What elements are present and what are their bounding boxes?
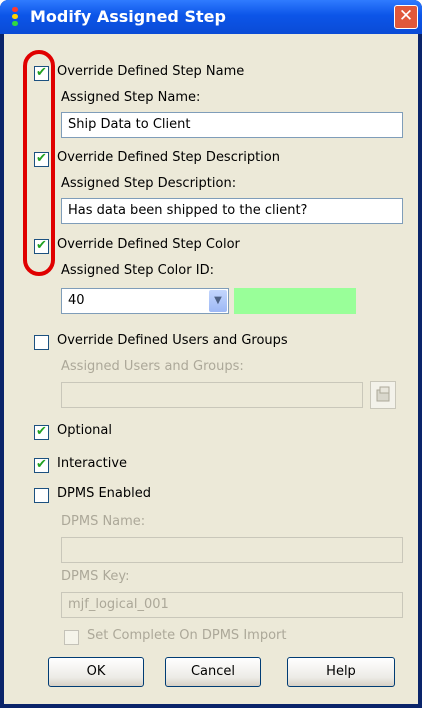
assigned-step-description-label: Assigned Step Description: [61, 176, 237, 191]
override-step-name-checkbox[interactable]: ✔ [34, 65, 49, 81]
dialog-body: ✔ Override Defined Step Name Assigned St… [4, 34, 418, 704]
help-button[interactable]: Help [287, 657, 395, 687]
dpms-name-label: DPMS Name: [61, 514, 146, 529]
override-step-color-label: Override Defined Step Color [57, 237, 240, 252]
assigned-step-name-label: Assigned Step Name: [61, 90, 201, 105]
users-groups-picker-button [370, 381, 396, 409]
optional-label: Optional [57, 423, 112, 438]
check-icon: ✔ [36, 151, 47, 166]
override-step-color-checkbox[interactable]: ✔ [34, 238, 49, 254]
override-users-groups-checkbox[interactable] [34, 335, 49, 350]
check-icon: ✔ [36, 65, 47, 80]
set-complete-label: Set Complete On DPMS Import [87, 628, 287, 643]
color-swatch [234, 288, 356, 314]
close-button[interactable]: ✕ [394, 5, 418, 29]
assigned-users-groups-label: Assigned Users and Groups: [61, 359, 244, 374]
cancel-button[interactable]: Cancel [165, 657, 261, 687]
optional-checkbox[interactable]: ✔ [34, 424, 49, 440]
assigned-step-name-input[interactable]: Ship Data to Client [61, 112, 403, 138]
ok-button[interactable]: OK [48, 657, 144, 687]
check-icon: ✔ [36, 238, 47, 253]
dialog-window: Modify Assigned Step ✕ ✔ Override Define… [0, 0, 422, 708]
browse-icon [376, 386, 390, 402]
title-bar[interactable]: Modify Assigned Step ✕ [0, 0, 422, 34]
color-id-dropdown[interactable]: 40 ▼ [61, 288, 229, 314]
dpms-enabled-checkbox[interactable] [34, 488, 49, 503]
color-id-value: 40 [68, 293, 85, 308]
check-icon: ✔ [36, 424, 47, 439]
assigned-users-groups-input [61, 382, 363, 408]
interactive-checkbox[interactable]: ✔ [34, 457, 49, 473]
override-step-description-label: Override Defined Step Description [57, 150, 280, 165]
override-step-description-checkbox[interactable]: ✔ [34, 151, 49, 167]
window-title: Modify Assigned Step [30, 7, 226, 26]
traffic-light-icon [12, 7, 20, 27]
check-icon: ✔ [36, 457, 47, 472]
set-complete-checkbox [64, 630, 79, 645]
dpms-enabled-label: DPMS Enabled [57, 486, 151, 501]
dpms-name-input [61, 537, 403, 563]
assigned-step-color-id-label: Assigned Step Color ID: [61, 263, 214, 278]
override-step-name-label: Override Defined Step Name [57, 64, 245, 79]
dpms-key-input: mjf_logical_001 [61, 592, 403, 618]
dpms-key-label: DPMS Key: [61, 569, 130, 584]
assigned-step-description-input[interactable]: Has data been shipped to the client? [61, 198, 403, 224]
interactive-label: Interactive [57, 456, 128, 471]
chevron-down-icon[interactable]: ▼ [209, 290, 227, 312]
override-users-groups-label: Override Defined Users and Groups [57, 333, 288, 348]
